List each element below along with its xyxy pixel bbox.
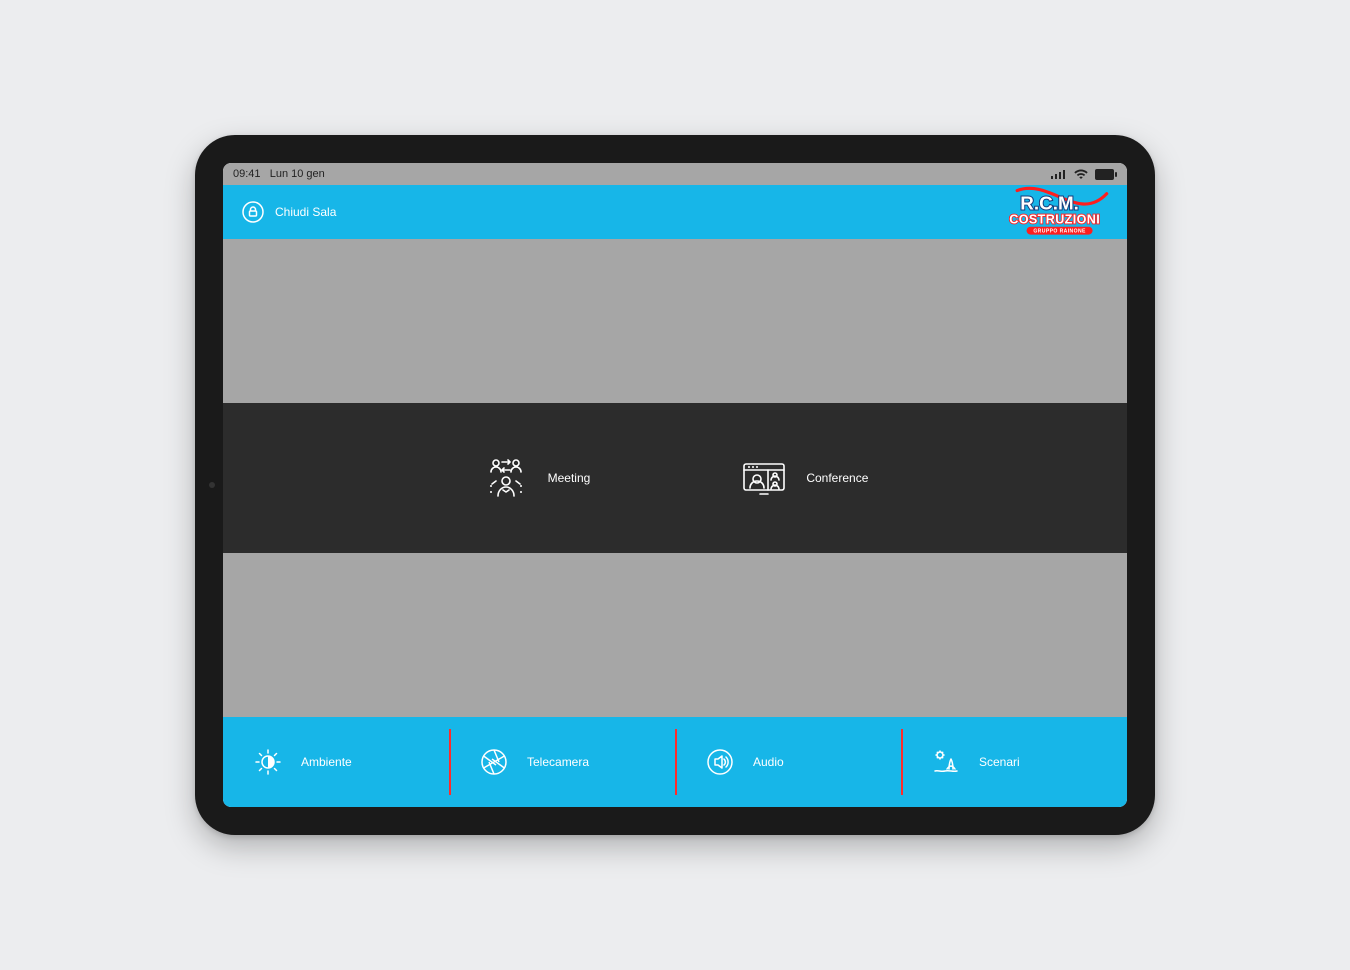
bottom-scenari-label: Scenari bbox=[979, 755, 1020, 769]
status-time: 09:41 bbox=[233, 168, 261, 180]
status-time-date: 09:41 Lun 10 gen bbox=[233, 168, 325, 180]
tablet-frame: 09:41 Lun 10 gen bbox=[195, 135, 1155, 835]
brand-line3: GRUPPO RAINONE bbox=[1033, 229, 1086, 235]
mode-meeting-button[interactable]: Meeting bbox=[482, 454, 591, 502]
mode-conference-label: Conference bbox=[806, 471, 868, 485]
wifi-icon bbox=[1073, 168, 1089, 180]
brand-line1: R.C.M. bbox=[1020, 192, 1079, 213]
conference-icon bbox=[740, 454, 788, 502]
signal-icon bbox=[1051, 169, 1067, 179]
bottom-bar: Ambiente Telecamer bbox=[223, 717, 1127, 807]
spacer-bottom bbox=[223, 553, 1127, 717]
status-date: Lun 10 gen bbox=[270, 168, 325, 180]
battery-icon bbox=[1095, 169, 1117, 180]
bottom-audio-button[interactable]: Audio bbox=[675, 717, 901, 807]
aperture-icon bbox=[479, 747, 509, 777]
status-bar: 09:41 Lun 10 gen bbox=[223, 163, 1127, 185]
speaker-icon bbox=[705, 747, 735, 777]
brand-logo: R.C.M. COSTRUZIONI GRUPPO RAINONE bbox=[1003, 181, 1113, 243]
bottom-ambiente-label: Ambiente bbox=[301, 755, 352, 769]
meeting-icon bbox=[482, 454, 530, 502]
spacer-top bbox=[223, 239, 1127, 403]
screen: 09:41 Lun 10 gen bbox=[223, 163, 1127, 807]
mode-conference-button[interactable]: Conference bbox=[740, 454, 868, 502]
mode-meeting-label: Meeting bbox=[548, 471, 591, 485]
bottom-ambiente-button[interactable]: Ambiente bbox=[223, 717, 449, 807]
brightness-icon bbox=[253, 747, 283, 777]
close-room-label: Chiudi Sala bbox=[275, 205, 336, 219]
status-indicators bbox=[1051, 168, 1117, 180]
close-room-button[interactable]: Chiudi Sala bbox=[241, 200, 336, 224]
bottom-telecamera-label: Telecamera bbox=[527, 755, 589, 769]
bottom-scenari-button[interactable]: Scenari bbox=[901, 717, 1127, 807]
brand-line2: COSTRUZIONI bbox=[1009, 213, 1100, 227]
bottom-audio-label: Audio bbox=[753, 755, 784, 769]
scene-icon bbox=[931, 747, 961, 777]
bottom-telecamera-button[interactable]: Telecamera bbox=[449, 717, 675, 807]
top-bar: Chiudi Sala R.C.M. COSTRUZIONI GRUPPO RA… bbox=[223, 185, 1127, 239]
power-lock-icon bbox=[241, 200, 265, 224]
content-area: Meeting bbox=[223, 239, 1127, 717]
mode-strip: Meeting bbox=[223, 403, 1127, 553]
